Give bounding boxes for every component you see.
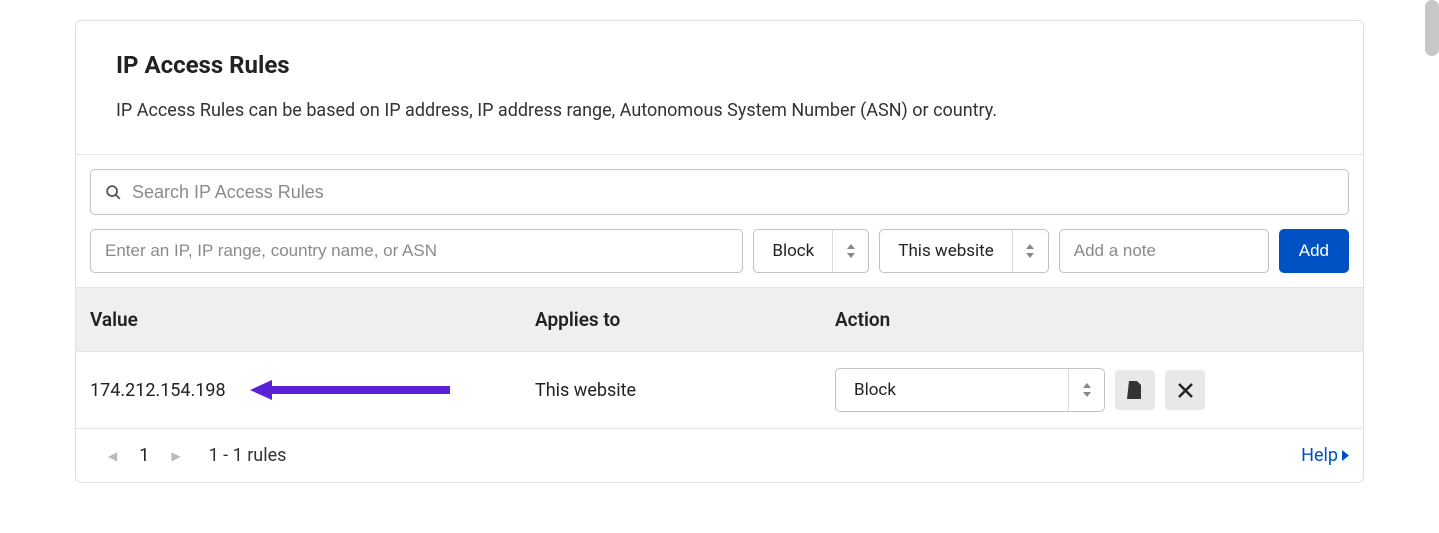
document-icon (1127, 381, 1143, 399)
action-select[interactable]: Block (753, 229, 869, 273)
scrollbar[interactable] (1425, 0, 1439, 56)
prev-page-button[interactable]: ◀ (108, 449, 117, 463)
current-page: 1 (139, 445, 149, 466)
chevron-right-icon (1342, 450, 1349, 461)
column-header-applies: Applies to (535, 308, 835, 331)
select-caret-icon (1012, 230, 1048, 272)
add-rule-row: Block This website Add (90, 229, 1349, 273)
ip-input[interactable] (90, 229, 743, 273)
scope-select[interactable]: This website (879, 229, 1048, 273)
add-button[interactable]: Add (1279, 229, 1349, 273)
table-row: 174.212.154.198 This website Block (76, 352, 1363, 429)
search-input[interactable] (132, 182, 1334, 203)
row-value-cell: 174.212.154.198 (90, 380, 535, 401)
scope-select-label: This website (880, 230, 1011, 272)
next-page-button[interactable]: ▶ (171, 449, 180, 463)
action-select-label: Block (754, 230, 832, 272)
select-caret-icon (1068, 369, 1104, 411)
row-action-label: Block (836, 369, 1068, 411)
note-button[interactable] (1115, 370, 1155, 410)
row-action-cell: Block (835, 368, 1349, 412)
row-applies-cell: This website (535, 380, 835, 401)
table-header: Value Applies to Action (76, 287, 1363, 352)
help-link[interactable]: Help (1301, 445, 1349, 466)
column-header-value: Value (90, 308, 535, 331)
column-header-action: Action (835, 308, 1349, 331)
ip-access-rules-panel: IP Access Rules IP Access Rules can be b… (75, 20, 1364, 483)
panel-title: IP Access Rules (116, 51, 1323, 79)
pagination-count: 1 - 1 rules (209, 445, 287, 466)
row-action-select[interactable]: Block (835, 368, 1105, 412)
close-icon (1178, 383, 1193, 398)
help-label: Help (1301, 445, 1338, 466)
delete-button[interactable] (1165, 370, 1205, 410)
controls-section: Block This website Add (76, 154, 1363, 287)
panel-header: IP Access Rules IP Access Rules can be b… (76, 21, 1363, 154)
rule-ip-value: 174.212.154.198 (90, 380, 226, 401)
annotation-arrow-icon (250, 378, 450, 402)
panel-description: IP Access Rules can be based on IP addre… (116, 97, 1323, 124)
search-row[interactable] (90, 169, 1349, 215)
footer-row: ◀ 1 ▶ 1 - 1 rules Help (76, 429, 1363, 482)
search-icon (105, 184, 122, 201)
select-caret-icon (832, 230, 868, 272)
pager: ◀ 1 ▶ (108, 445, 181, 466)
note-input[interactable] (1059, 229, 1269, 273)
